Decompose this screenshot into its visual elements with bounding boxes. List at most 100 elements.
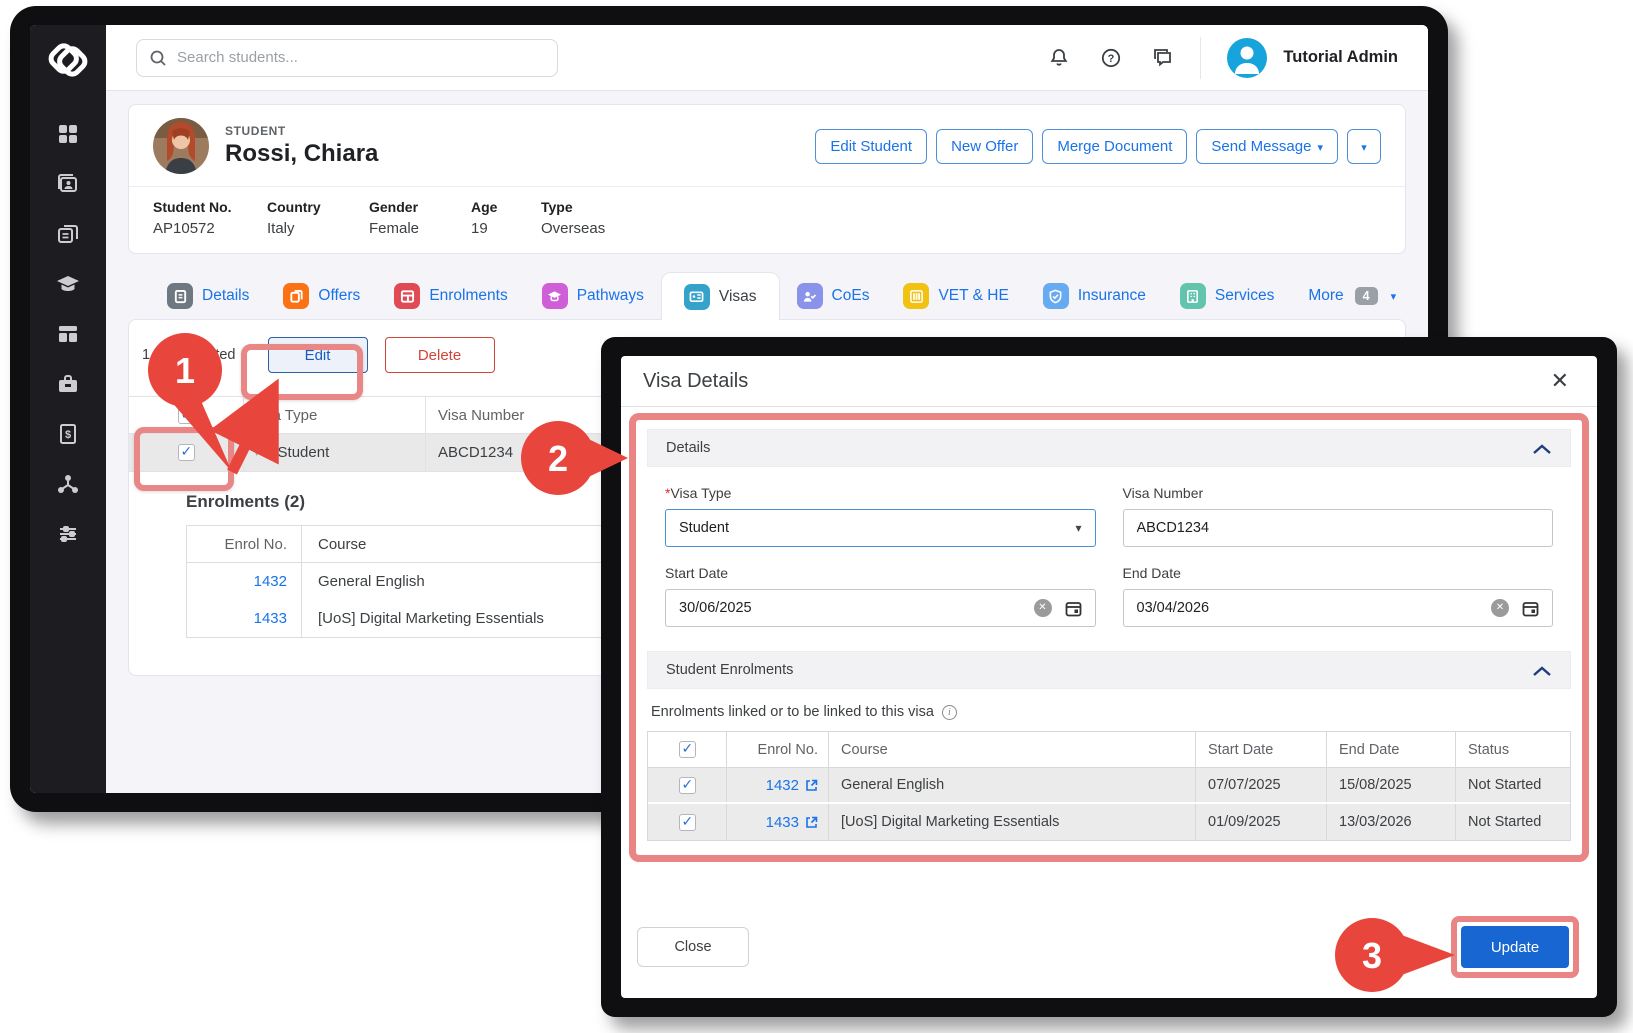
clear-date-icon[interactable]: ✕ [1491,599,1509,617]
student-enrolments-accordion[interactable]: Student Enrolments [647,651,1571,689]
table-row[interactable]: 1433 [UoS] Digital Marketing Essentials … [648,804,1570,840]
row-checkbox[interactable] [178,444,195,461]
search-icon [149,49,167,67]
start-date-input[interactable]: ✕ [665,589,1096,627]
status-value: Not Started [1456,768,1570,802]
clear-date-icon[interactable]: ✕ [1034,599,1052,617]
chevron-up-icon[interactable] [1532,664,1552,676]
modal-enrolments-table: Enrol No. Course Start Date End Date Sta… [647,731,1571,841]
chevron-down-icon: ▾ [1317,142,1323,154]
tab-insurance[interactable]: Insurance [1026,272,1163,320]
column-visa-type: Visa Type [244,397,426,433]
vet-he-icon [903,283,929,309]
chat-icon[interactable] [1152,47,1174,69]
sidebar-item-finance-icon[interactable]: $ [56,422,80,446]
column-status: Status [1456,732,1570,767]
external-link-icon[interactable] [805,816,818,829]
enrol-no-link[interactable]: 1432 [766,777,799,794]
chevron-up-icon[interactable] [1532,442,1552,454]
more-count-badge: 4 [1355,287,1378,305]
tab-pathways[interactable]: Pathways [525,272,661,320]
column-enrol-no: Enrol No. [187,526,302,562]
enrol-no-link[interactable]: 1432 [254,573,287,590]
end-date-field[interactable] [1137,600,1492,616]
update-button[interactable]: Update [1461,926,1569,968]
column-start-date: Start Date [1196,732,1327,767]
close-icon[interactable]: ✕ [1545,368,1575,394]
sidebar-item-students-icon[interactable] [56,172,80,196]
tab-details[interactable]: Details [150,272,266,320]
insurance-icon [1043,283,1069,309]
more-actions-button[interactable]: ▾ [1347,129,1381,164]
field-age: Age19 [471,199,541,237]
details-accordion[interactable]: Details [647,429,1571,467]
start-date-field[interactable] [679,600,1034,616]
sidebar-item-agents-icon[interactable] [56,372,80,396]
modal-table-header: Enrol No. Course Start Date End Date Sta… [648,732,1570,768]
tab-services[interactable]: Services [1163,272,1291,320]
row-checkbox[interactable] [679,777,696,794]
select-all-checkbox[interactable] [679,741,696,758]
table-row[interactable]: 1432 General English 07/07/2025 15/08/20… [648,768,1570,804]
chevron-down-icon: ▾ [1361,142,1367,154]
student-type-label: STUDENT [225,124,378,138]
visas-icon [684,284,710,310]
sidebar-item-dashboard-icon[interactable] [56,122,80,146]
annotation-highlight-update: Update [1451,916,1579,978]
svg-text:$: $ [65,429,71,441]
student-name: Rossi, Chiara [225,140,378,168]
coes-icon [797,283,823,309]
visa-number-input[interactable] [1123,509,1554,547]
tab-enrolments[interactable]: Enrolments [377,272,524,320]
end-date-input[interactable]: ✕ [1123,589,1554,627]
enrol-no-link[interactable]: 1433 [254,610,287,627]
row-checkbox[interactable] [679,814,696,831]
delete-visa-button[interactable]: Delete [385,337,495,373]
new-offer-button[interactable]: New Offer [936,129,1033,164]
send-message-button[interactable]: Send Message▾ [1196,129,1338,164]
tab-more[interactable]: More 4 ▾ [1291,272,1413,320]
sidebar-item-workflows-icon[interactable] [56,472,80,496]
start-date-value: 01/09/2025 [1196,804,1327,840]
app-logo-icon[interactable] [45,37,91,83]
edit-student-button[interactable]: Edit Student [815,129,927,164]
tab-coes[interactable]: CoEs [780,272,887,320]
pathways-icon [542,283,568,309]
user-avatar[interactable] [1227,38,1267,78]
help-icon[interactable]: ? [1100,47,1122,69]
sidebar-item-settings-icon[interactable] [56,522,80,546]
field-type: TypeOverseas [541,199,605,237]
tab-offers[interactable]: Offers [266,272,377,320]
calendar-icon[interactable] [1522,600,1539,617]
enrol-no-link[interactable]: 1433 [766,814,799,831]
chevron-down-icon: ▾ [1075,521,1081,535]
user-name[interactable]: Tutorial Admin [1283,48,1398,67]
field-gender: GenderFemale [369,199,471,237]
student-header-card: STUDENT Rossi, Chiara Edit Student New O… [128,104,1406,254]
visa-details-modal: Visa Details ✕ Details *Visa Type Studen… [601,337,1617,1017]
close-button[interactable]: Close [637,927,749,967]
end-date-value: 15/08/2025 [1327,768,1456,802]
visa-type-group: *Visa Type Student ▾ [665,485,1096,547]
calendar-icon[interactable] [1065,600,1082,617]
search-field[interactable] [177,49,545,66]
expand-row-icon[interactable]: ▾ [254,446,260,459]
select-all-checkbox[interactable] [178,407,195,424]
tab-visas[interactable]: Visas [661,272,780,320]
sidebar-item-offers-icon[interactable] [56,222,80,246]
search-input[interactable] [136,39,558,77]
sidebar-item-courses-icon[interactable] [56,272,80,296]
edit-visa-button[interactable]: Edit [268,337,368,373]
notifications-bell-icon[interactable] [1048,47,1070,69]
end-date-group: End Date ✕ [1123,565,1554,627]
info-icon[interactable]: i [942,705,957,720]
rows-selected-text: 1 row selected [142,347,236,363]
status-value: Not Started [1456,804,1570,840]
field-country: CountryItaly [267,199,369,237]
external-link-icon[interactable] [805,779,818,792]
visa-type-select[interactable]: Student ▾ [665,509,1096,547]
tab-vet-he[interactable]: VET & HE [886,272,1025,320]
visa-number-field[interactable] [1137,520,1540,536]
sidebar-item-enrolments-icon[interactable] [56,322,80,346]
merge-document-button[interactable]: Merge Document [1042,129,1187,164]
